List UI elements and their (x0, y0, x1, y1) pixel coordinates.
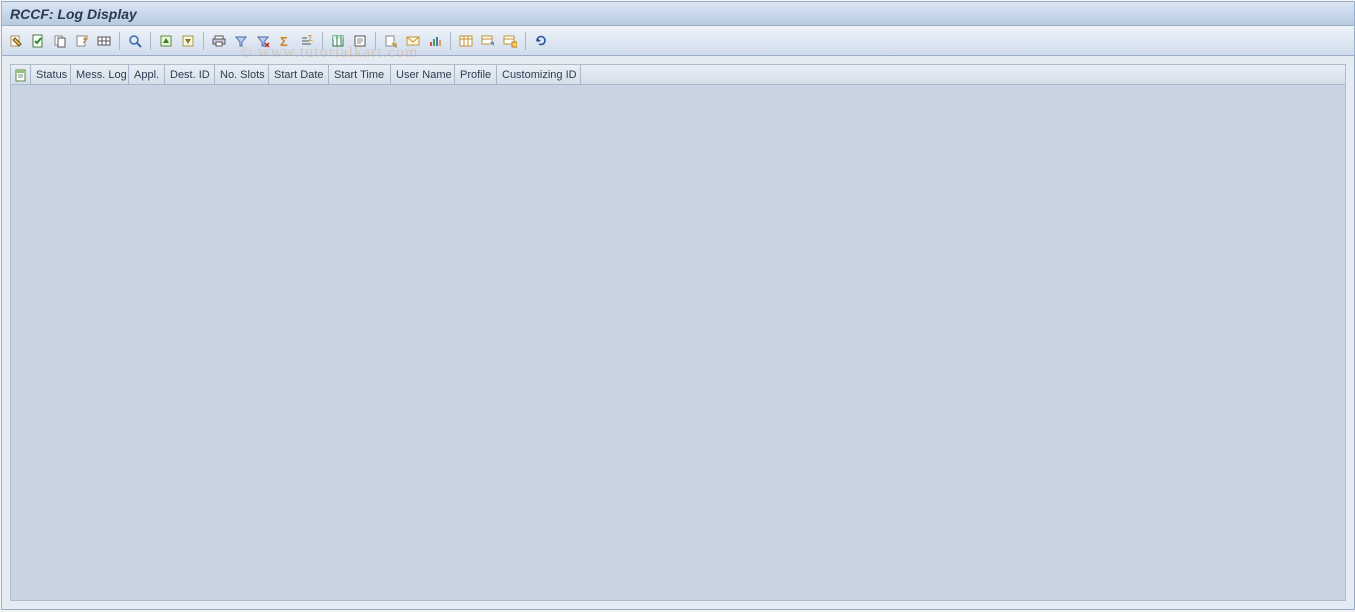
content-area: Status Mess. Log Appl. Dest. ID No. Slot… (2, 56, 1354, 609)
log-grid: Status Mess. Log Appl. Dest. ID No. Slot… (10, 64, 1346, 601)
toolbar-separator (450, 32, 451, 50)
subtotal-icon[interactable]: Σ (297, 31, 317, 51)
toolbar-separator (203, 32, 204, 50)
col-customizing-id[interactable]: Customizing ID (497, 65, 581, 84)
toolbar-separator (525, 32, 526, 50)
title-bar: RCCF: Log Display (2, 2, 1354, 26)
sum-icon[interactable]: Σ (275, 31, 295, 51)
layout-select-icon[interactable] (478, 31, 498, 51)
grid-view-icon[interactable] (94, 31, 114, 51)
col-mess-log[interactable]: Mess. Log (71, 65, 129, 84)
local-file-icon[interactable] (381, 31, 401, 51)
export-icon[interactable] (72, 31, 92, 51)
toolbar-separator (322, 32, 323, 50)
print-icon[interactable] (209, 31, 229, 51)
edit-icon[interactable] (6, 31, 26, 51)
col-start-time[interactable]: Start Time (329, 65, 391, 84)
grid-header-row: Status Mess. Log Appl. Dest. ID No. Slot… (11, 65, 1345, 85)
app-window: RCCF: Log Display (1, 1, 1355, 610)
col-start-date[interactable]: Start Date (269, 65, 329, 84)
toolbar: Σ Σ (2, 26, 1354, 56)
svg-text:Σ: Σ (308, 34, 313, 43)
spreadsheet-icon[interactable] (328, 31, 348, 51)
refresh-icon[interactable] (531, 31, 551, 51)
sort-asc-icon[interactable] (156, 31, 176, 51)
graphic-icon[interactable] (425, 31, 445, 51)
word-icon[interactable] (350, 31, 370, 51)
col-appl[interactable]: Appl. (129, 65, 165, 84)
svg-text:Σ: Σ (280, 34, 288, 48)
col-profile[interactable]: Profile (455, 65, 497, 84)
sort-desc-icon[interactable] (178, 31, 198, 51)
toolbar-separator (150, 32, 151, 50)
col-status[interactable]: Status (31, 65, 71, 84)
window-title: RCCF: Log Display (10, 6, 137, 22)
grid-body (11, 85, 1345, 600)
layout-save-icon[interactable] (500, 31, 520, 51)
details-icon[interactable] (125, 31, 145, 51)
col-user-name[interactable]: User Name (391, 65, 455, 84)
toolbar-separator (119, 32, 120, 50)
select-all-button[interactable] (11, 65, 31, 84)
mail-icon[interactable] (403, 31, 423, 51)
document-check-icon[interactable] (28, 31, 48, 51)
filter-icon[interactable] (231, 31, 251, 51)
toolbar-separator (375, 32, 376, 50)
layout-change-icon[interactable] (456, 31, 476, 51)
filter-delete-icon[interactable] (253, 31, 273, 51)
col-no-slots[interactable]: No. Slots (215, 65, 269, 84)
col-dest-id[interactable]: Dest. ID (165, 65, 215, 84)
copy-icon[interactable] (50, 31, 70, 51)
